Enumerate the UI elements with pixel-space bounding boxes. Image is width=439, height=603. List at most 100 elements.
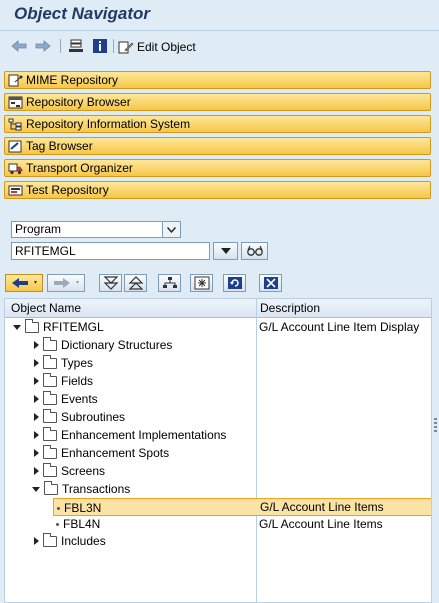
node-name: Events (61, 392, 98, 406)
hierarchy-icon (162, 277, 177, 288)
node-name: Enhancement Implementations (61, 428, 227, 442)
window-title: Object Navigator (14, 4, 151, 23)
tag-browser-button[interactable]: Tag Browser (4, 137, 431, 155)
back-button[interactable] (10, 37, 28, 55)
node-name: Includes (61, 534, 106, 548)
folder-icon (43, 390, 57, 405)
transport-organizer-button[interactable]: Transport Organizer (4, 159, 431, 177)
node-name: Screens (61, 464, 106, 478)
info-button[interactable] (92, 37, 108, 55)
display-object-list-button[interactable] (68, 37, 84, 55)
test-icon (7, 183, 23, 197)
leaf-bullet-icon (57, 506, 60, 510)
node-name: Subroutines (61, 410, 126, 424)
edit-object-icon (118, 41, 134, 54)
object-type-dropdown[interactable]: Program (11, 221, 181, 238)
close-button[interactable] (259, 274, 282, 292)
folder-icon (43, 462, 57, 477)
folder-icon (43, 426, 57, 441)
tree-row-selected[interactable]: FBL3N G/L Account Line Items (53, 498, 431, 516)
tree-row[interactable]: Transactions (5, 480, 431, 498)
tree-row[interactable]: Enhancement Spots (5, 444, 431, 462)
info-system-icon (7, 117, 23, 131)
nav-button-label: Repository Information System (26, 117, 191, 131)
tree-row[interactable]: Events (5, 390, 431, 408)
collapsed-arrow-icon[interactable] (34, 413, 39, 421)
refresh-button[interactable] (223, 274, 246, 292)
previous-object-button[interactable] (5, 274, 43, 292)
arrow-left-icon (12, 278, 37, 288)
browser-icon (7, 95, 23, 109)
tree-row[interactable]: Types (5, 354, 431, 372)
nav-button-label: Repository Browser (26, 95, 131, 109)
folder-icon (43, 532, 57, 547)
splitter-handle[interactable] (434, 418, 437, 434)
display-button[interactable] (241, 242, 268, 260)
repository-information-system-button[interactable]: Repository Information System (4, 115, 431, 133)
tree-toolbar (0, 272, 439, 296)
collapsed-arrow-icon[interactable] (34, 431, 39, 439)
object-name-dropdown-button[interactable] (213, 242, 238, 260)
collapsed-arrow-icon[interactable] (34, 341, 39, 349)
edit-object-button[interactable]: Edit Object (118, 38, 196, 56)
object-name-value: RFITEMGL (15, 244, 76, 258)
tag-icon (7, 139, 23, 153)
collapsed-arrow-icon[interactable] (34, 359, 39, 367)
collapsed-arrow-icon[interactable] (34, 449, 39, 457)
folder-icon (43, 372, 57, 387)
repository-browser-button[interactable]: Repository Browser (4, 93, 431, 111)
expand-all-button[interactable] (99, 274, 122, 292)
collapsed-arrow-icon[interactable] (34, 467, 39, 475)
tree-row[interactable]: Dictionary Structures (5, 336, 431, 354)
chevron-down-icon[interactable] (162, 222, 180, 237)
collapse-icon (128, 276, 143, 290)
expand-icon (103, 276, 118, 290)
node-name: FBL4N (63, 517, 101, 531)
node-name: Enhancement Spots (61, 446, 170, 460)
object-name-input[interactable]: RFITEMGL (11, 242, 210, 260)
collapsed-arrow-icon[interactable] (34, 395, 39, 403)
test-repository-button[interactable]: Test Repository (4, 181, 431, 199)
collapsed-arrow-icon[interactable] (34, 377, 39, 385)
object-tree: Object Name Description RFITEMGL G/L Acc… (4, 298, 432, 603)
application-toolbar: Edit Object (0, 33, 439, 59)
hierarchy-button[interactable] (158, 274, 181, 292)
folder-icon (43, 408, 57, 423)
node-name: Transactions (62, 482, 131, 496)
tree-header: Object Name Description (5, 299, 431, 318)
column-header-object-name[interactable]: Object Name (11, 301, 81, 315)
tree-row[interactable]: Fields (5, 372, 431, 390)
collapse-all-button[interactable] (124, 274, 147, 292)
leaf-bullet-icon (56, 522, 59, 526)
tree-row[interactable]: Subroutines (5, 408, 431, 426)
node-name: RFITEMGL (43, 320, 104, 334)
mime-repository-button[interactable]: MIME Repository (4, 71, 431, 89)
settings-button[interactable] (190, 274, 213, 292)
glasses-icon (246, 245, 263, 256)
node-name: Types (61, 356, 94, 370)
folder-icon (43, 336, 57, 351)
mime-icon (7, 73, 23, 87)
expanded-arrow-icon[interactable] (13, 324, 21, 330)
triangle-down-icon (220, 248, 231, 254)
collapsed-arrow-icon[interactable] (34, 537, 39, 545)
next-object-button[interactable] (47, 274, 85, 292)
tree-row[interactable]: Screens (5, 462, 431, 480)
folder-icon (25, 318, 39, 333)
tree-row[interactable]: FBL4N G/L Account Line Items (5, 515, 431, 533)
edit-object-label: Edit Object (137, 40, 196, 54)
tree-row[interactable]: Includes (5, 532, 431, 550)
expanded-arrow-icon[interactable] (32, 486, 40, 492)
nav-button-label: Transport Organizer (26, 161, 133, 175)
node-name: Dictionary Structures (61, 338, 173, 352)
tree-row-root[interactable]: RFITEMGL G/L Account Line Item Display (5, 318, 431, 336)
nav-button-label: MIME Repository (26, 73, 119, 87)
column-header-description[interactable]: Description (260, 301, 320, 315)
nav-button-label: Test Repository (26, 183, 109, 197)
folder-icon (43, 354, 57, 369)
tree-row[interactable]: Enhancement Implementations (5, 426, 431, 444)
node-description: G/L Account Line Item Display (259, 320, 420, 334)
node-description: G/L Account Line Items (259, 517, 383, 531)
forward-button[interactable] (34, 37, 52, 55)
close-icon (263, 277, 278, 289)
